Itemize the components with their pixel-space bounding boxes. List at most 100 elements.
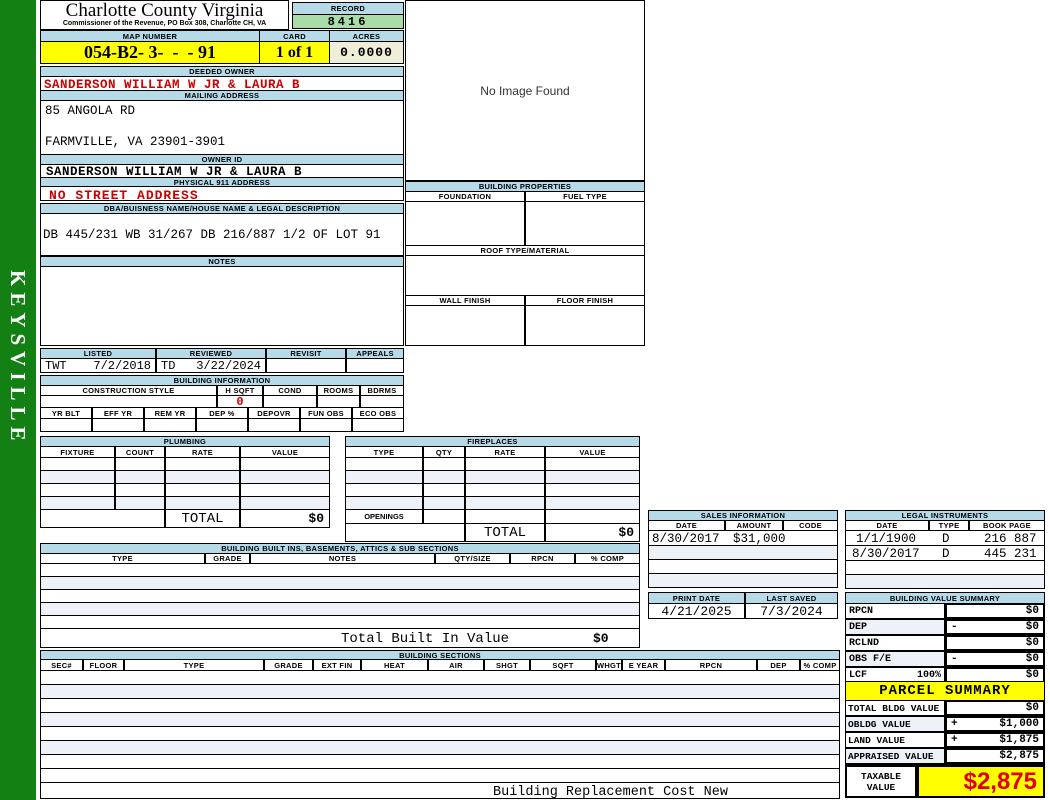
sections-footer-row: Building Replacement Cost New xyxy=(40,782,840,800)
effyr-value xyxy=(92,418,144,432)
bvs-value: $0 xyxy=(1025,669,1039,681)
bvs-value: $0 xyxy=(1025,605,1039,617)
legal-description-box: DB 445/231 WB 31/267 DB 216/887 1/2 OF L… xyxy=(40,213,404,256)
bvs-value: $0 xyxy=(1025,637,1039,649)
deeded-owner-value: SANDERSON WILLIAM W JR & LAURA B xyxy=(40,76,404,92)
builtins-row xyxy=(40,589,640,603)
wall-finish-value xyxy=(405,305,525,346)
listed-cell: TWT 7/2/2018 xyxy=(40,358,156,373)
bvs-label: RCLND xyxy=(849,637,880,649)
ps-row-appraised: APPRAISED VALUE $2,875 xyxy=(845,748,1045,764)
sales-row: 8/30/2017 $31,000 xyxy=(648,530,838,546)
sections-row xyxy=(40,740,840,755)
fireplaces-openings-value xyxy=(545,509,640,524)
card-value: 1 of 1 xyxy=(259,41,330,64)
acres-value: 0.0000 xyxy=(329,41,404,64)
floor-finish-value xyxy=(525,305,645,346)
bvs-label: DEP xyxy=(849,621,868,633)
ps-op: + xyxy=(951,718,958,730)
bvs-label: OBS F/E xyxy=(849,653,892,665)
ps-value: $2,875 xyxy=(999,750,1039,762)
builtins-total-row: Total Built In Value $0 xyxy=(40,628,640,648)
fireplaces-row xyxy=(345,470,640,484)
fireplaces-total-label: TOTAL xyxy=(465,523,545,542)
roof-value xyxy=(405,255,645,296)
sale-amount: $31,000 xyxy=(733,532,786,546)
builtins-row xyxy=(40,576,640,590)
bvs-row-obs: OBS F/E - $0 xyxy=(845,651,1045,667)
plumbing-row xyxy=(40,483,330,497)
legal-type: D xyxy=(942,532,950,546)
county-title-box: Charlotte County Virginia Commissioner o… xyxy=(40,0,289,30)
bvs-row-rpcn: RPCN $0 xyxy=(845,603,1045,619)
fireplaces-openings-rate xyxy=(465,509,545,524)
ps-value: $1,875 xyxy=(999,734,1039,746)
listed-by: TWT xyxy=(45,358,67,373)
legal-description-value: DB 445/231 WB 31/267 DB 216/887 1/2 OF L… xyxy=(43,228,381,242)
physical-address-value: NO STREET ADDRESS xyxy=(40,186,404,203)
bvs-value: $0 xyxy=(1025,621,1039,633)
dep-pct-value xyxy=(196,418,248,432)
building-value-summary-table: RPCN $0 DEP - $0 RCLND $0 OBS F/E - $0 L… xyxy=(845,603,1045,683)
ps-row-land: LAND VALUE + $1,875 xyxy=(845,732,1045,748)
bvs-label: LCF xyxy=(849,669,868,681)
parcel-summary-header: PARCEL SUMMARY xyxy=(845,681,1045,701)
taxable-value-row: TAXABLE VALUE $2,875 xyxy=(845,765,1045,798)
legal-date: 8/30/2017 xyxy=(852,547,920,561)
plumbing-row xyxy=(40,457,330,471)
county-subtitle: Commissioner of the Revenue, PO Box 308,… xyxy=(62,20,267,27)
fireplaces-total-value: $0 xyxy=(545,523,640,542)
sections-row xyxy=(40,726,840,741)
replacement-cost-label: Building Replacement Cost New xyxy=(493,785,728,800)
ps-op: + xyxy=(951,734,958,746)
builtins-row xyxy=(40,563,640,577)
foundation-value xyxy=(405,201,525,246)
sale-date: 8/30/2017 xyxy=(652,532,720,546)
mailing-address-line1: 85 ANGOLA RD xyxy=(45,104,136,118)
mailing-address-box: 85 ANGOLA RD FARMVILLE, VA 23901-3901 xyxy=(40,100,404,155)
ecoobs-value xyxy=(352,418,404,432)
fireplaces-total-spacer xyxy=(345,523,465,542)
plumbing-total-label: TOTAL xyxy=(165,509,240,528)
plumbing-total-spacer xyxy=(40,509,165,528)
mailing-address-line2: FARMVILLE, VA 23901-3901 xyxy=(45,135,226,149)
fireplaces-row xyxy=(345,483,640,497)
builtins-total-label: Total Built In Value xyxy=(341,631,510,647)
sales-row xyxy=(648,545,838,560)
property-photo-placeholder: No Image Found xyxy=(405,0,645,181)
bvs-row-dep: DEP - $0 xyxy=(845,619,1045,635)
bvs-label: RPCN xyxy=(849,605,874,617)
ps-row-total-bldg: TOTAL BLDG VALUE $0 xyxy=(845,700,1045,716)
builtins-row xyxy=(40,602,640,616)
taxable-value-label: TAXABLE VALUE xyxy=(845,765,917,798)
sections-row xyxy=(40,712,840,727)
legal-date: 1/1/1900 xyxy=(856,532,917,546)
parcel-summary-table: TOTAL BLDG VALUE $0 OBLDG VALUE + $1,000… xyxy=(845,700,1045,780)
fireplaces-row xyxy=(345,457,640,471)
ps-row-obldg: OBLDG VALUE + $1,000 xyxy=(845,716,1045,732)
bvs-op: - xyxy=(951,621,958,633)
district-sidebar: KEYSVILLE xyxy=(0,0,36,800)
fireplaces-row xyxy=(345,496,640,510)
ps-label: LAND VALUE xyxy=(845,732,945,748)
fuel-type-value xyxy=(525,201,645,246)
ps-value: $0 xyxy=(1025,702,1039,714)
bvs-value: $0 xyxy=(1025,653,1039,665)
legal-type: D xyxy=(942,547,950,561)
sections-row xyxy=(40,754,840,769)
plumbing-row xyxy=(40,496,330,510)
legal-row: 1/1/1900 D 216 887 xyxy=(845,530,1045,546)
legal-row xyxy=(845,560,1045,575)
sections-row xyxy=(40,698,840,713)
print-date-value: 4/21/2025 xyxy=(648,603,745,619)
bvs-extra: 100% xyxy=(916,669,941,681)
record-value: 8416 xyxy=(292,14,404,29)
builtins-row xyxy=(40,615,640,629)
plumbing-row xyxy=(40,470,330,484)
legal-row: 8/30/2017 D 445 231 xyxy=(845,545,1045,561)
legal-bookpage: 216 887 xyxy=(984,532,1037,546)
sections-row xyxy=(40,684,840,699)
reviewed-by: TD xyxy=(161,358,176,373)
ps-label: APPRAISED VALUE xyxy=(845,748,945,764)
fireplaces-openings-qty xyxy=(423,509,465,524)
